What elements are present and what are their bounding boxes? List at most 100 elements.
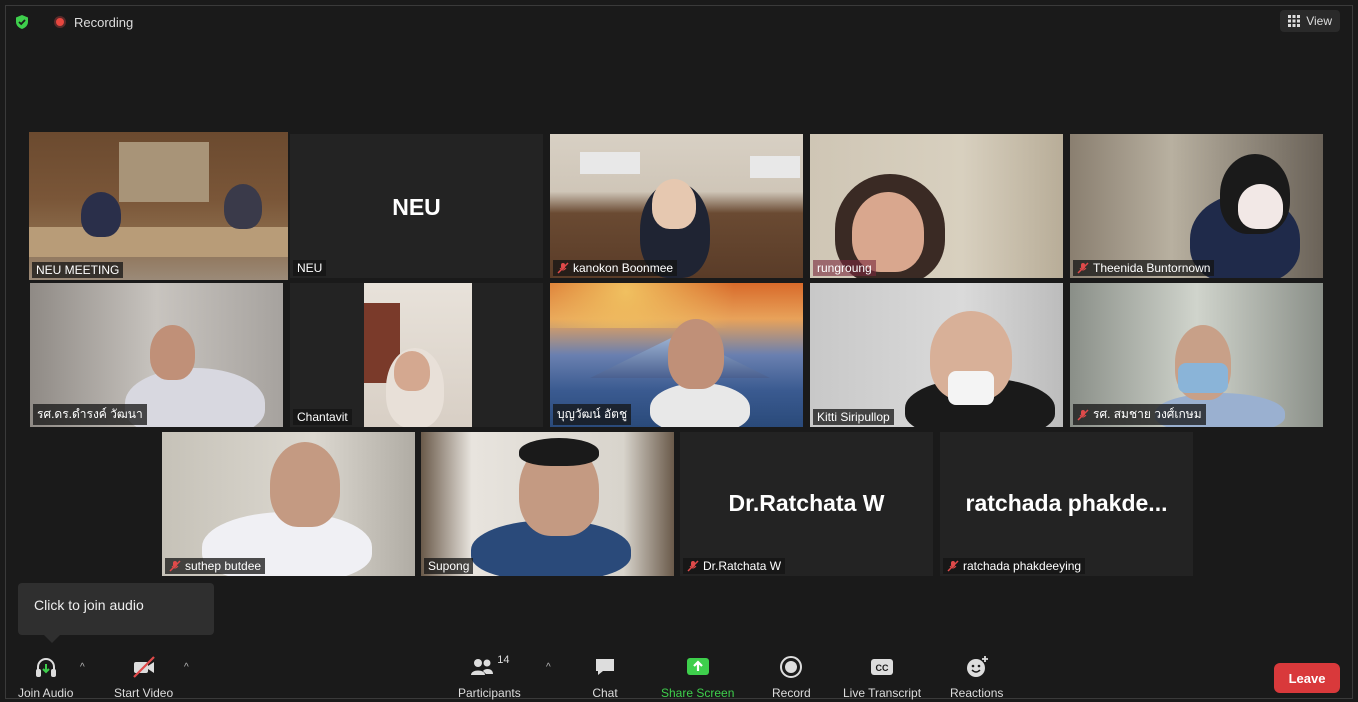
- video-tile[interactable]: Supong: [421, 432, 674, 576]
- video-tile[interactable]: บุญวัฒน์ อัตชู: [550, 283, 803, 427]
- video-tile[interactable]: NEU MEETING: [29, 132, 288, 280]
- participant-name: Theenida Buntornown: [1093, 261, 1211, 275]
- join-audio-tooltip: Click to join audio: [18, 583, 214, 643]
- participant-name: รศ. สมชาย วงศ์เกษม: [1093, 407, 1202, 421]
- participants-icon-group: 14: [469, 654, 509, 686]
- video-tile[interactable]: NEU NEU: [290, 134, 543, 278]
- join-audio-button[interactable]: Join Audio: [18, 654, 73, 700]
- video-tile[interactable]: Chantavit: [290, 283, 543, 427]
- share-screen-button[interactable]: Share Screen: [661, 654, 734, 700]
- live-transcript-label: Live Transcript: [843, 686, 922, 700]
- leave-button[interactable]: Leave: [1274, 663, 1340, 693]
- video-tile[interactable]: Theenida Buntornown: [1070, 134, 1323, 278]
- participants-caret-icon[interactable]: ^: [546, 662, 551, 673]
- participant-display-name: Dr.Ratchata W: [728, 490, 885, 516]
- participant-name-tag: NEU MEETING: [32, 262, 124, 278]
- video-options-caret-icon[interactable]: ^: [184, 662, 189, 673]
- participant-name-tag: Supong: [424, 558, 474, 574]
- participants-icon: [471, 659, 494, 675]
- record-icon: [780, 656, 803, 678]
- participant-name: Chantavit: [297, 410, 348, 424]
- participant-name-tag: rungroung: [813, 260, 876, 276]
- tooltip-text: Click to join audio: [34, 597, 144, 613]
- live-transcript-button[interactable]: CC Live Transcript: [843, 654, 921, 700]
- video-feed: [810, 283, 1063, 427]
- grid-icon: [1288, 15, 1301, 27]
- shield-icon[interactable]: [14, 14, 30, 30]
- video-tile[interactable]: รศ.ดร.ดำรงค์ วัฒนา: [30, 283, 283, 427]
- view-button[interactable]: View: [1280, 10, 1340, 32]
- video-feed: [290, 283, 543, 427]
- participant-display-name: ratchada phakde...: [965, 490, 1168, 516]
- person: [81, 192, 121, 237]
- participant-name: Supong: [428, 559, 470, 573]
- join-audio-label: Join Audio: [18, 686, 74, 700]
- participant-name-tag: Dr.Ratchata W: [683, 558, 786, 574]
- participant-name-tag: NEU: [293, 260, 327, 276]
- share-screen-icon: [686, 658, 709, 675]
- participant-name-tag: รศ.ดร.ดำรงค์ วัฒนา: [33, 404, 147, 425]
- participant-name: suthep butdee: [185, 559, 262, 573]
- video-feed: [421, 432, 674, 576]
- reactions-label: Reactions: [950, 686, 1004, 700]
- participant-name-tag: Chantavit: [293, 409, 352, 425]
- reactions-button[interactable]: Reactions: [950, 654, 1003, 700]
- video-tile[interactable]: suthep butdee: [162, 432, 415, 576]
- face-mask: [948, 371, 994, 405]
- video-off-icon: [132, 656, 155, 678]
- record-label: Record: [772, 686, 811, 700]
- video-feed: [1070, 134, 1323, 278]
- mic-muted-icon: [1077, 408, 1089, 421]
- record-button[interactable]: Record: [772, 654, 811, 700]
- face-mask: [1238, 184, 1283, 229]
- participant-name: Kitti Siripullop: [817, 410, 890, 424]
- participants-count: 14: [497, 654, 510, 666]
- participant-name-tag: kanokon Boonmee: [553, 260, 678, 276]
- face: [394, 351, 430, 391]
- chat-icon: [596, 659, 614, 675]
- mic-muted-icon: [687, 560, 699, 572]
- video-tile[interactable]: ratchada phakde... ratchada phakdeeying: [940, 432, 1193, 576]
- face: [668, 319, 724, 389]
- video-feed: [810, 134, 1063, 278]
- participant-name-tag: Kitti Siripullop: [813, 409, 894, 425]
- share-screen-label: Share Screen: [661, 686, 735, 700]
- mic-muted-icon: [169, 560, 181, 572]
- video-tile[interactable]: rungroung: [810, 134, 1063, 278]
- video-tile[interactable]: Kitti Siripullop: [810, 283, 1063, 427]
- person: [650, 383, 750, 427]
- chat-label: Chat: [592, 686, 618, 700]
- closed-caption-icon: CC: [871, 659, 894, 675]
- video-tile[interactable]: รศ. สมชาย วงศ์เกษม: [1070, 283, 1323, 427]
- face: [270, 442, 340, 527]
- participant-name: Dr.Ratchata W: [703, 559, 782, 573]
- air-conditioner: [580, 152, 640, 174]
- chat-button[interactable]: Chat: [592, 654, 618, 700]
- participant-name-tag: รศ. สมชาย วงศ์เกษม: [1073, 404, 1206, 425]
- participant-name: รศ.ดร.ดำรงค์ วัฒนา: [37, 407, 143, 421]
- start-video-button[interactable]: Start Video: [114, 654, 173, 700]
- reactions-icon: [966, 656, 988, 677]
- participants-button[interactable]: 14 Participants: [458, 654, 521, 700]
- face-mask: [1178, 363, 1228, 393]
- video-tile[interactable]: kanokon Boonmee: [550, 134, 803, 278]
- leave-label: Leave: [1288, 670, 1326, 686]
- participant-name: NEU MEETING: [36, 263, 120, 277]
- participant-name: บุญวัฒน์ อัตชู: [557, 407, 628, 421]
- participants-label: Participants: [458, 686, 521, 700]
- video-tile[interactable]: Dr.Ratchata W Dr.Ratchata W: [680, 432, 933, 576]
- participant-name-tag: suthep butdee: [165, 558, 266, 574]
- audio-options-caret-icon[interactable]: ^: [80, 662, 85, 673]
- participant-name-tag: ratchada phakdeeying: [943, 558, 1086, 574]
- face: [652, 179, 696, 229]
- mic-muted-icon: [557, 262, 569, 274]
- video-feed: [162, 432, 415, 576]
- participant-name: rungroung: [817, 261, 872, 275]
- face: [150, 325, 195, 380]
- view-label: View: [1306, 14, 1332, 28]
- participant-name: ratchada phakdeeying: [963, 559, 1082, 573]
- video-feed: [29, 132, 288, 280]
- desk: [29, 227, 288, 257]
- headphones-icon: [35, 658, 56, 677]
- recording-label: Recording: [74, 14, 134, 30]
